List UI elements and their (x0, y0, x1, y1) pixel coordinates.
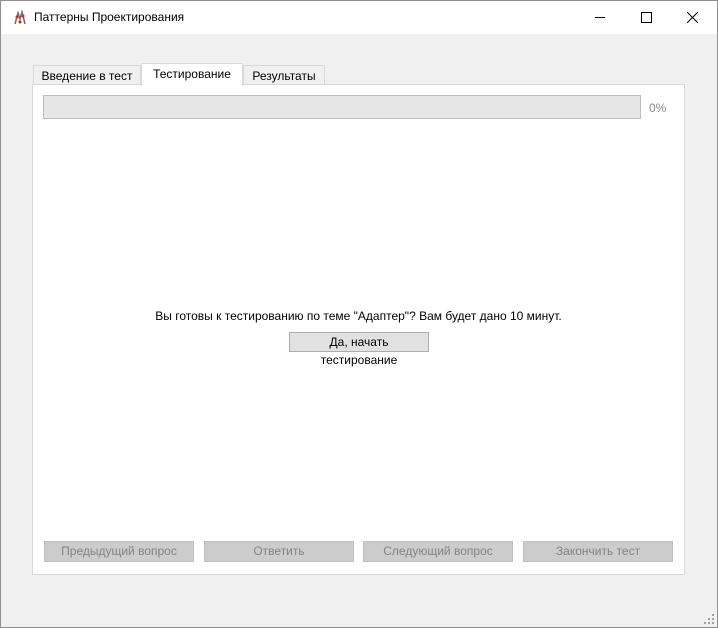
minimize-icon (595, 17, 605, 18)
question-text: Вы готовы к тестированию по теме "Адапте… (155, 309, 562, 323)
progress-percent: 0% (649, 101, 667, 115)
testing-panel: 0% Вы готовы к тестированию по теме "Ада… (32, 84, 685, 575)
answer-button[interactable]: Ответить (204, 541, 354, 562)
app-icon (14, 10, 26, 25)
close-icon (687, 12, 698, 23)
maximize-button[interactable] (624, 1, 670, 34)
tab-intro[interactable]: Введение в тест (33, 65, 141, 85)
resize-grip-icon[interactable] (703, 613, 715, 625)
tab-results[interactable]: Результаты (243, 65, 325, 85)
title-bar[interactable]: Паттерны Проектирования (1, 1, 717, 34)
progress-bar (43, 95, 641, 119)
minimize-button[interactable] (578, 1, 624, 34)
app-window: Паттерны Проектирования Введение в тест … (0, 0, 718, 628)
window-title: Паттерны Проектирования (34, 10, 185, 24)
previous-question-button[interactable]: Предыдущий вопрос (44, 541, 194, 562)
close-button[interactable] (670, 1, 716, 34)
tab-testing[interactable]: Тестирование (141, 63, 243, 86)
finish-test-button[interactable]: Закончить тест (523, 541, 673, 562)
start-test-button[interactable]: Да, начать тестирование (289, 332, 429, 367)
next-question-button[interactable]: Следующий вопрос (363, 541, 513, 562)
maximize-icon (641, 12, 652, 23)
